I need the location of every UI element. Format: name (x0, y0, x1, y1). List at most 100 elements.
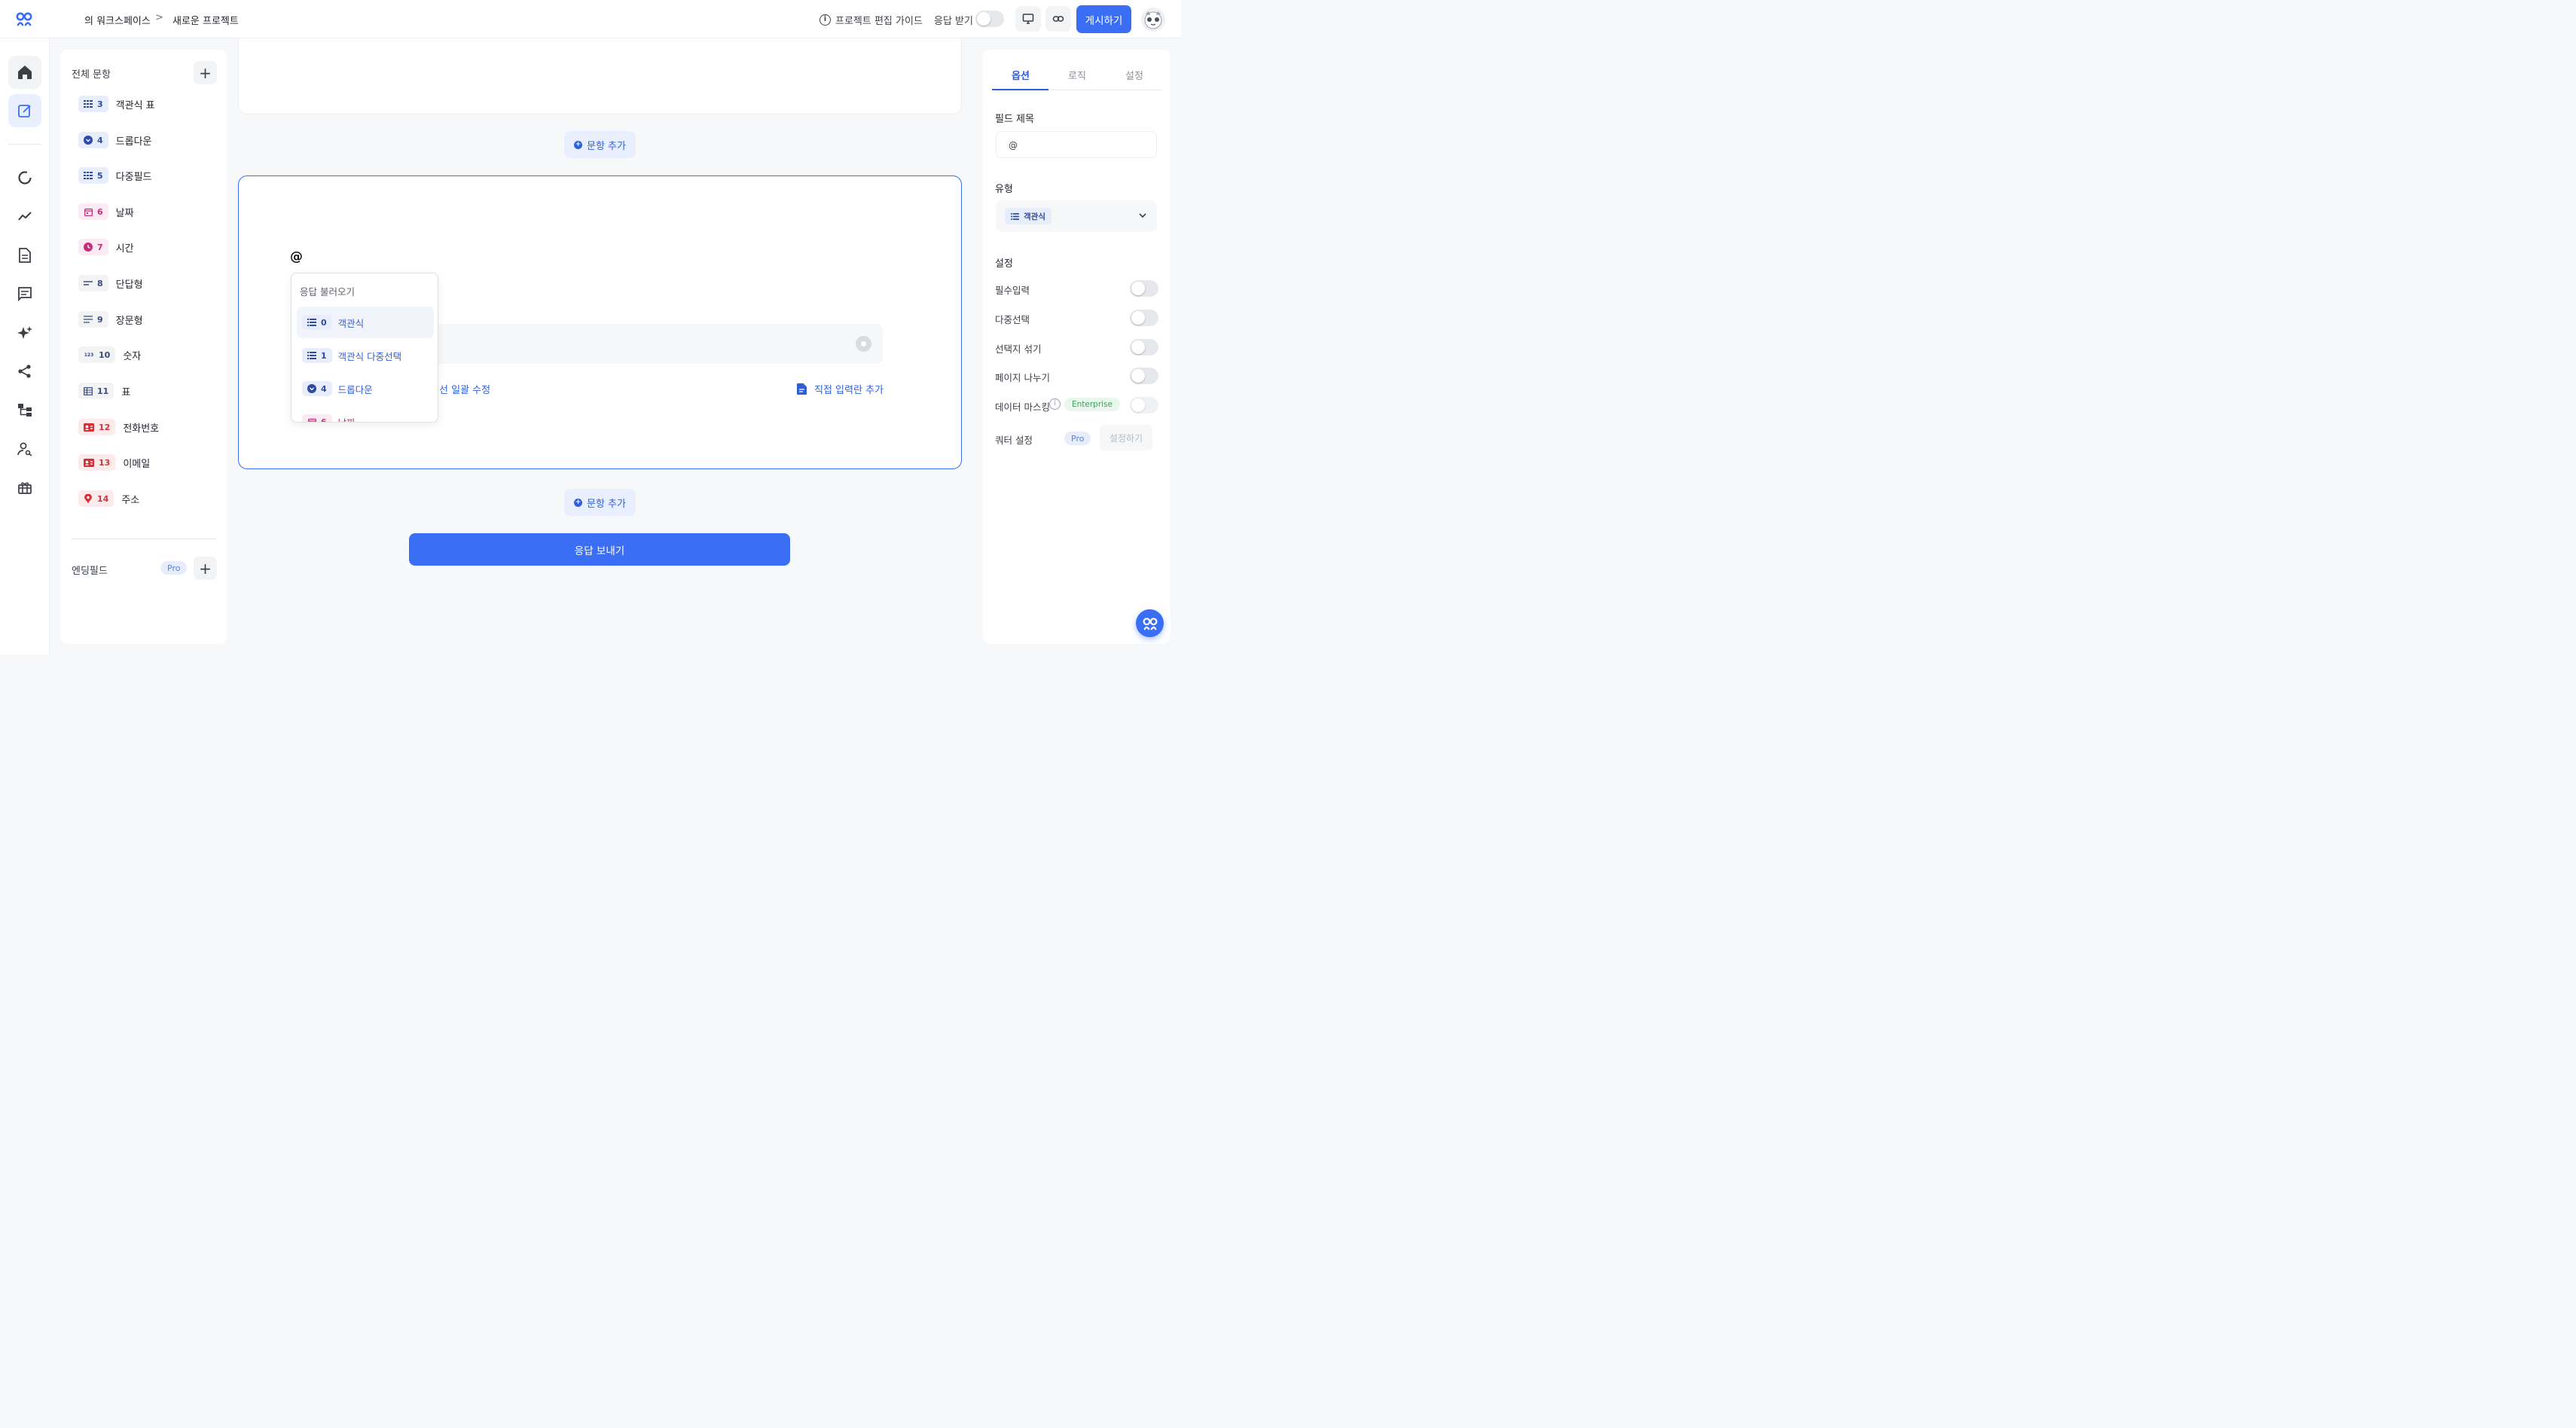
question-item[interactable]: 3 객관식 표 (78, 95, 155, 113)
popup-title: 응답 불러오기 (300, 286, 355, 298)
bulk-edit-button[interactable]: 선 일괄 수정 (439, 382, 490, 396)
nav-share[interactable] (8, 355, 41, 388)
info-icon[interactable]: i (1049, 398, 1061, 410)
copy-link-button[interactable] (1045, 6, 1071, 32)
nav-rail (0, 38, 50, 654)
add-direct-input-button[interactable]: 직접 입력란 추가 (797, 382, 884, 396)
home-icon (18, 66, 32, 79)
quota-settings-button[interactable]: 설정하기 (1100, 425, 1152, 450)
question-label: 단답형 (115, 279, 143, 291)
question-item[interactable]: 13 이메일 (78, 453, 150, 471)
question-label: 장문형 (115, 315, 143, 327)
nav-ai[interactable] (8, 316, 41, 349)
question-badge: 123 10 (78, 346, 116, 363)
receive-responses-toggle[interactable] (975, 11, 1004, 27)
edit-guide-link[interactable]: i 프로젝트 편집 가이드 (819, 13, 923, 27)
plus-icon: + (199, 63, 212, 82)
tab-options[interactable]: 옵션 (1012, 68, 1030, 82)
shuffle-label: 선택지 섞기 (995, 343, 1042, 355)
choice-option-row[interactable] (422, 324, 883, 364)
breadcrumb-workspace[interactable]: 의 워크스페이스 (84, 13, 151, 27)
question-label: 전화번호 (123, 423, 160, 435)
nav-analytics[interactable] (8, 161, 41, 194)
long-text-icon (84, 315, 93, 324)
nav-home[interactable] (8, 56, 41, 89)
nav-flow[interactable] (8, 393, 41, 426)
question-item[interactable]: 12 전화번호 (78, 418, 159, 436)
question-item[interactable]: 14 주소 (78, 490, 139, 508)
message-icon (18, 287, 32, 301)
question-item[interactable]: 8 단답형 (78, 274, 143, 292)
calendar-icon (307, 417, 316, 422)
dropdown-icon (84, 136, 93, 145)
nav-edit[interactable] (8, 94, 41, 127)
multi-select-label: 다중선택 (995, 314, 1030, 325)
popup-item[interactable]: 4 드롭다운 (297, 373, 434, 404)
app-logo-icon[interactable] (15, 10, 33, 28)
question-item[interactable]: 5 다중필드 (78, 166, 152, 185)
question-title[interactable]: @ (290, 249, 303, 264)
question-item[interactable]: 123 10 숫자 (78, 346, 141, 364)
radio-icon[interactable] (856, 336, 871, 352)
question-badge: 14 (78, 490, 114, 507)
required-label: 필수입력 (995, 285, 1030, 296)
question-badge: 0 (302, 315, 332, 330)
multi-select-toggle[interactable] (1130, 310, 1158, 326)
number-icon: 123 (84, 352, 94, 358)
submit-response-button[interactable]: 응답 보내기 (409, 533, 790, 566)
preview-button[interactable] (1015, 6, 1041, 32)
avatar[interactable] (1141, 8, 1165, 32)
question-item[interactable]: 4 드롭다운 (78, 131, 152, 149)
add-question-inline-button[interactable]: + 문항 추가 (564, 489, 636, 516)
list-icon (1011, 212, 1019, 220)
publish-button[interactable]: 게시하기 (1076, 5, 1131, 33)
add-question-button[interactable]: + (194, 61, 217, 84)
nav-documents[interactable] (8, 239, 41, 272)
receive-responses-label: 응답 받기 (934, 16, 973, 27)
help-chat-button[interactable] (1136, 609, 1164, 637)
question-label: 표 (121, 386, 131, 398)
pro-badge: Pro (1064, 432, 1091, 445)
short-text-icon (84, 279, 93, 288)
popup-item[interactable]: 6 날짜 (297, 406, 434, 422)
add-ending-button[interactable]: + (194, 557, 217, 580)
type-select[interactable]: 객관식 (996, 200, 1157, 232)
question-label: 객관식 표 (115, 99, 155, 111)
question-item[interactable]: 7 시간 (78, 238, 134, 256)
question-badge: 5 (78, 167, 108, 184)
dropdown-icon (307, 384, 316, 393)
donut-chart-icon (18, 171, 32, 185)
breadcrumb-separator: > (155, 12, 163, 23)
trend-line-icon (18, 212, 32, 221)
tab-logic[interactable]: 로직 (1068, 68, 1086, 82)
document-icon (797, 383, 807, 395)
question-badge: 11 (78, 383, 114, 399)
question-item[interactable]: 11 표 (78, 382, 130, 400)
question-item[interactable]: 6 날짜 (78, 203, 134, 221)
tab-settings[interactable]: 설정 (1125, 68, 1143, 82)
required-toggle[interactable] (1130, 280, 1158, 297)
quota-label: 쿼터 설정 (995, 435, 1033, 446)
shuffle-toggle[interactable] (1130, 339, 1158, 355)
question-badge: 7 (78, 239, 108, 255)
question-badge: 9 (78, 311, 108, 328)
chevron-down-icon (1139, 213, 1146, 218)
popup-item[interactable]: 0 객관식 (297, 307, 434, 338)
table-icon (84, 386, 93, 395)
nav-respondents[interactable] (8, 432, 41, 465)
breadcrumb-project[interactable]: 새로운 프로젝트 (172, 13, 239, 27)
page-break-toggle[interactable] (1130, 368, 1158, 384)
data-masking-toggle[interactable] (1130, 397, 1158, 413)
nav-rewards[interactable] (8, 471, 41, 504)
enterprise-badge: Enterprise (1064, 398, 1121, 411)
add-question-inline-button[interactable]: + 문항 추가 (564, 131, 636, 158)
previous-question-card[interactable] (238, 38, 962, 114)
field-title-input[interactable]: @ (996, 131, 1157, 158)
question-badge: 12 (78, 419, 116, 435)
popup-item[interactable]: 1 객관식 다중선택 (297, 340, 434, 371)
nav-trends[interactable] (8, 200, 41, 233)
question-item[interactable]: 9 장문형 (78, 310, 143, 328)
nav-comments[interactable] (8, 277, 41, 310)
app-logo-icon (1143, 617, 1157, 630)
grid-icon (84, 99, 93, 108)
